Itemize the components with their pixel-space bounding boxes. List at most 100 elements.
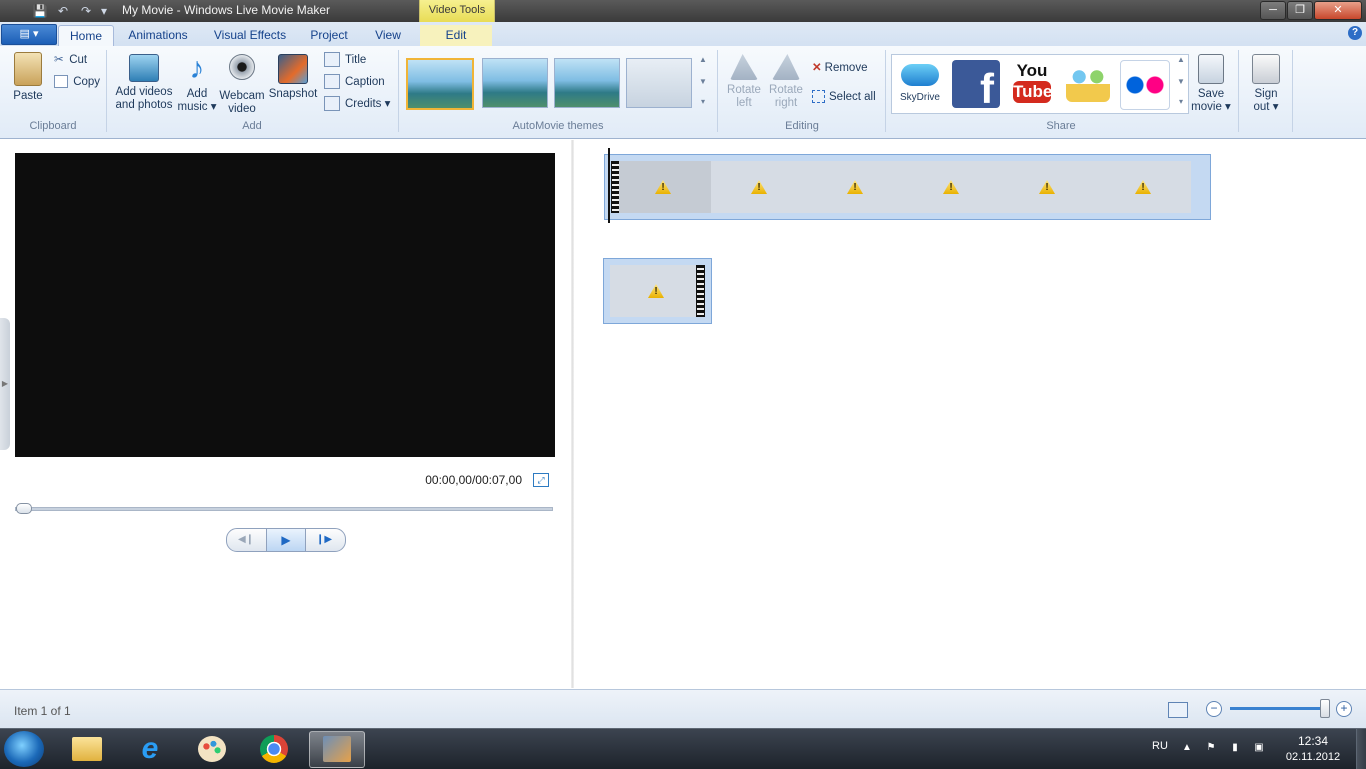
ribbon-tab-row: ▤ ▾ Home Animations Visual Effects Proje…: [0, 22, 1366, 47]
save-icon[interactable]: 💾: [32, 3, 48, 19]
separator: [1238, 50, 1239, 132]
automovie-theme-3[interactable]: [554, 58, 620, 108]
zoom-in-icon[interactable]: +: [1336, 701, 1352, 717]
rotate-right-button[interactable]: Rotate right: [766, 54, 806, 110]
internet-explorer-taskbar-button[interactable]: e: [123, 731, 177, 766]
filmstrip-edge: [696, 265, 705, 317]
save-movie-button[interactable]: Save movie ▾: [1190, 54, 1232, 114]
tab-visual-effects[interactable]: Visual Effects: [206, 25, 294, 46]
pane-splitter[interactable]: [571, 140, 574, 688]
aspect-ratio-icon[interactable]: [1168, 702, 1188, 718]
next-frame-icon[interactable]: ❙▶: [305, 529, 343, 551]
help-icon[interactable]: ?: [1348, 26, 1362, 40]
action-center-flag-icon[interactable]: ⚑: [1204, 741, 1218, 755]
tab-view[interactable]: View: [364, 25, 412, 46]
credits-icon: [324, 96, 340, 112]
tab-home[interactable]: Home: [58, 25, 114, 47]
chrome-taskbar-button[interactable]: [247, 731, 301, 766]
show-desktop-button[interactable]: [1356, 729, 1366, 769]
close-button[interactable]: ✕: [1314, 1, 1362, 20]
facebook-icon: f: [980, 65, 994, 108]
tab-project[interactable]: Project: [302, 25, 356, 46]
movie-maker-taskbar-button[interactable]: [309, 731, 365, 768]
select-all-icon: [812, 90, 825, 104]
zoom-slider-track[interactable]: [1230, 707, 1330, 710]
automovie-theme-2[interactable]: [482, 58, 548, 108]
zoom-slider-thumb[interactable]: [1320, 699, 1330, 718]
themes-scroll-down-icon[interactable]: ▼: [697, 76, 709, 88]
webcam-video-button[interactable]: Webcam video: [218, 54, 266, 116]
movie-maker-icon: [323, 736, 351, 762]
clip-end-thumbnail: !: [610, 265, 696, 317]
automovie-theme-4[interactable]: [626, 58, 692, 108]
remove-button[interactable]: ✕ Remove: [812, 60, 867, 76]
undo-icon[interactable]: ↶: [55, 3, 71, 19]
share-scroll-up-icon[interactable]: ▲: [1175, 54, 1187, 66]
add-videos-label-1: Add videos: [115, 86, 173, 98]
add-videos-photos-button[interactable]: Add videos and photos: [112, 54, 176, 112]
warning-icon: !: [1135, 180, 1151, 194]
share-group-label: Share: [1046, 120, 1076, 132]
caption-button[interactable]: Caption: [324, 74, 385, 90]
caption-label: Caption: [345, 76, 385, 88]
facebook-share-button[interactable]: f: [952, 60, 1000, 108]
customize-qat-icon[interactable]: ▾: [96, 3, 112, 19]
clock-date[interactable]: 02.11.2012: [1283, 751, 1343, 763]
seek-bar-track[interactable]: [15, 507, 553, 511]
explorer-taskbar-button[interactable]: [60, 731, 114, 766]
cloud-icon: [901, 64, 939, 86]
sign-out-label-2: out ▾: [1253, 101, 1279, 113]
youtube-label-2: Tube: [1013, 81, 1053, 103]
webcam-label-1: Webcam: [219, 90, 265, 102]
minimize-button[interactable]: ─: [1260, 1, 1286, 20]
share-more-icon[interactable]: ▾: [1175, 96, 1187, 108]
skydrive-share-button[interactable]: SkyDrive: [896, 60, 944, 108]
tab-animations[interactable]: Animations: [120, 25, 196, 46]
snapshot-button[interactable]: Snapshot: [266, 54, 320, 101]
paint-taskbar-button[interactable]: [185, 731, 239, 766]
themes-more-icon[interactable]: ▾: [697, 96, 709, 108]
redo-icon[interactable]: ↷: [78, 3, 94, 19]
copy-button[interactable]: Copy: [54, 74, 100, 90]
collapse-pane-handle[interactable]: ▶: [0, 318, 10, 450]
warning-icon: !: [1039, 180, 1055, 194]
storyboard-clip-end[interactable]: !: [603, 258, 712, 324]
zoom-out-icon[interactable]: −: [1206, 701, 1222, 717]
clock-time[interactable]: 12:34: [1286, 734, 1340, 748]
warning-icon: !: [751, 180, 767, 194]
select-all-button[interactable]: Select all: [812, 89, 876, 105]
previous-frame-icon[interactable]: ◀❙: [227, 529, 265, 551]
storyboard-clip[interactable]: ! ! ! ! ! !: [604, 154, 1211, 220]
share-scroll-down-icon[interactable]: ▼: [1175, 76, 1187, 88]
messenger-share-button[interactable]: [1064, 60, 1112, 108]
themes-scroll-up-icon[interactable]: ▲: [697, 54, 709, 66]
cut-label: Cut: [69, 54, 88, 66]
playhead-marker[interactable]: [608, 148, 610, 223]
automovie-theme-1[interactable]: [406, 58, 474, 110]
credits-button[interactable]: Credits ▾: [324, 96, 390, 112]
fullscreen-preview-icon[interactable]: ⤢: [533, 473, 549, 487]
cut-button[interactable]: ✂ Cut: [54, 52, 87, 68]
network-icon[interactable]: ▣: [1252, 741, 1266, 755]
youtube-share-button[interactable]: You Tube: [1008, 60, 1056, 108]
show-hidden-icons-icon[interactable]: ▲: [1180, 741, 1194, 755]
rotate-left-label-2: left: [736, 97, 752, 109]
rotate-left-button[interactable]: Rotate left: [724, 54, 764, 110]
tab-edit[interactable]: Edit: [420, 25, 492, 46]
paste-button[interactable]: Paste: [8, 52, 48, 103]
seek-bar-thumb[interactable]: [16, 503, 32, 514]
title-button[interactable]: Title: [324, 52, 366, 68]
chrome-icon: [260, 735, 288, 763]
add-music-button[interactable]: ♪ Add music ▾: [176, 54, 218, 114]
power-icon[interactable]: ▮: [1228, 741, 1242, 755]
maximize-button[interactable]: ❐: [1287, 1, 1313, 20]
webcam-label-2: video: [228, 103, 256, 115]
play-icon[interactable]: ▶: [266, 529, 306, 551]
save-movie-label-2: movie ▾: [1191, 101, 1231, 113]
video-tools-contextual-label: Video Tools: [419, 0, 495, 22]
start-button-icon[interactable]: [4, 731, 44, 767]
sign-out-button[interactable]: Sign out ▾: [1246, 54, 1286, 114]
flickr-share-button[interactable]: [1120, 60, 1170, 110]
input-language-indicator[interactable]: RU: [1152, 740, 1168, 752]
app-menu-button[interactable]: ▤ ▾: [1, 24, 57, 45]
